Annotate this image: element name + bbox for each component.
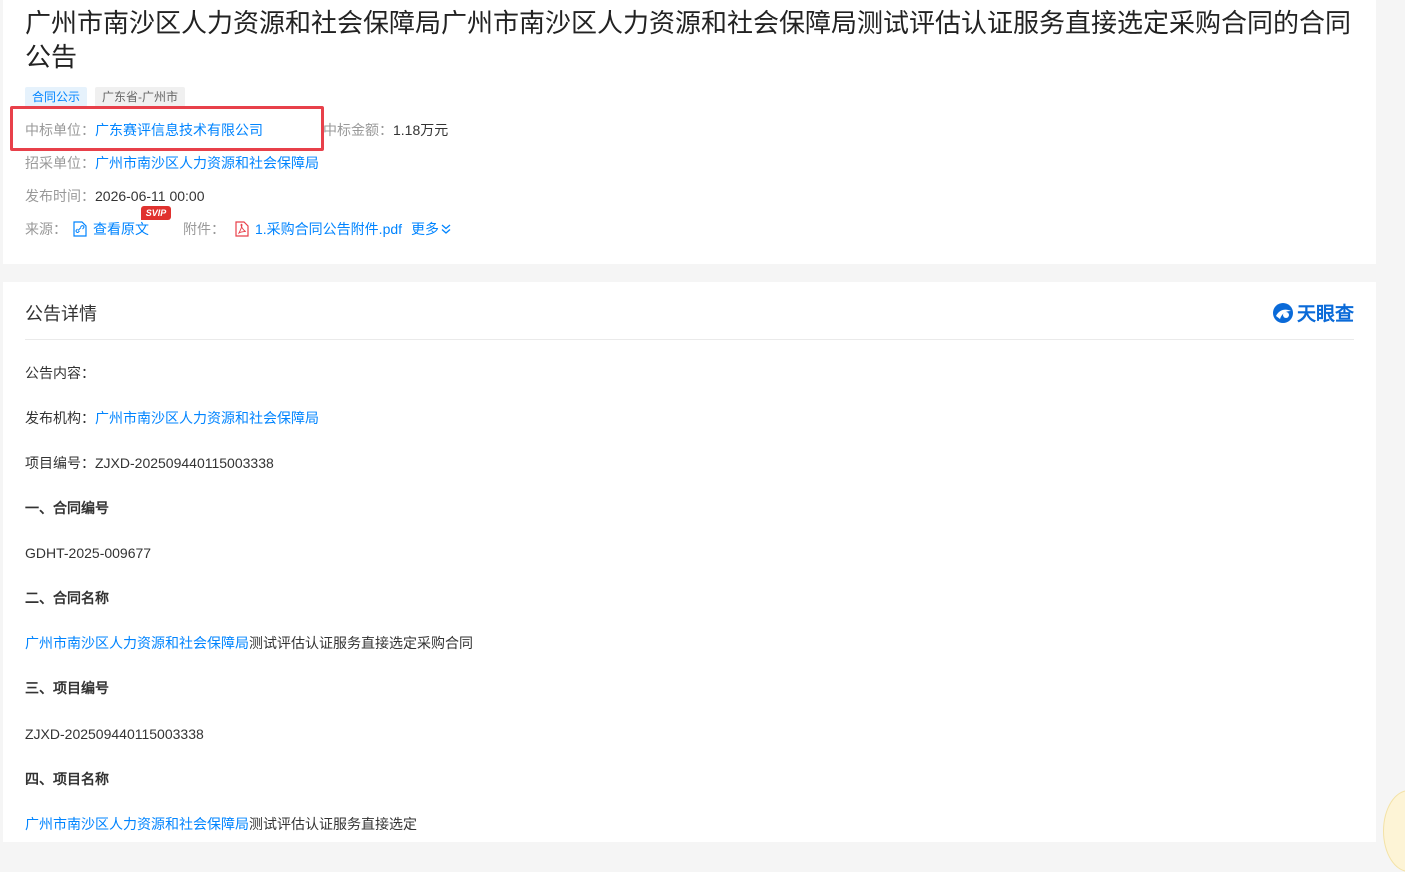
publisher-line: 发布机构：广州市南沙区人力资源和社会保障局 bbox=[25, 408, 319, 428]
more-button[interactable]: 更多 bbox=[411, 219, 451, 239]
project-no-value-2: ZJXD-202509440115003338 bbox=[25, 726, 204, 742]
content-label: 公告内容： bbox=[25, 365, 95, 381]
attachment-filename: 1.采购合同公告附件.pdf bbox=[255, 221, 403, 237]
tianyancha-logo-icon bbox=[1272, 302, 1293, 323]
tag-contract-notice[interactable]: 合同公示 bbox=[25, 87, 88, 107]
publisher-link[interactable]: 广州市南沙区人力资源和社会保障局 bbox=[95, 410, 319, 426]
amount-value: 1.18万元 bbox=[393, 122, 449, 138]
view-original-label: 查看原文 bbox=[93, 221, 149, 237]
brand-logo[interactable]: 天眼查 bbox=[1272, 299, 1354, 326]
heading-contract-name: 二、合同名称 bbox=[25, 590, 109, 606]
contract-name-rest: 测试评估认证服务直接选定采购合同 bbox=[249, 635, 473, 651]
amount-row: 中标金额： 1.18万元 bbox=[323, 120, 448, 140]
source-row: 来源： 查看原文 附件： 1.采购合同公告附件.pdf 更多 bbox=[25, 219, 451, 239]
svip-badge: SVIP bbox=[141, 206, 171, 220]
heading-project-name: 四、项目名称 bbox=[25, 771, 109, 787]
project-no-label: 项目编号： bbox=[25, 455, 95, 471]
publish-time: 2026-06-11 00:00 bbox=[95, 188, 205, 204]
more-label: 更多 bbox=[411, 221, 440, 237]
page-title: 广州市南沙区人力资源和社会保障局广州市南沙区人力资源和社会保障局测试评估认证服务… bbox=[25, 8, 1352, 72]
announcement-header-card: 广州市南沙区人力资源和社会保障局广州市南沙区人力资源和社会保障局测试评估认证服务… bbox=[3, 0, 1376, 264]
publisher-label: 发布机构： bbox=[25, 410, 95, 426]
publish-row: 发布时间： 2026-06-11 00:00 bbox=[25, 186, 205, 206]
amount-label: 中标金额： bbox=[323, 122, 393, 138]
attachment-link[interactable]: 1.采购合同公告附件.pdf bbox=[235, 219, 402, 239]
highlight-box bbox=[10, 106, 324, 151]
announcement-detail-card: 公告详情 天眼查 公告内容： 发布机构：广州市南沙区人力资源和社会保障局 项目编… bbox=[3, 282, 1376, 842]
brand-name: 天眼查 bbox=[1296, 304, 1354, 325]
pdf-icon bbox=[235, 221, 249, 237]
heading-project-no: 三、项目编号 bbox=[25, 680, 109, 696]
project-name-link[interactable]: 广州市南沙区人力资源和社会保障局 bbox=[25, 816, 249, 832]
project-name-line: 广州市南沙区人力资源和社会保障局测试评估认证服务直接选定 bbox=[25, 814, 417, 834]
attachment-label: 附件： bbox=[183, 221, 225, 237]
link-file-icon bbox=[73, 221, 87, 237]
section-divider bbox=[25, 339, 1354, 340]
buyer-row: 招采单位： 广州市南沙区人力资源和社会保障局 bbox=[25, 153, 319, 173]
buyer-label: 招采单位： bbox=[25, 155, 95, 171]
double-chevron-down-icon bbox=[441, 224, 451, 234]
project-no-value: ZJXD-202509440115003338 bbox=[95, 455, 274, 471]
publish-label: 发布时间： bbox=[25, 188, 95, 204]
project-name-rest: 测试评估认证服务直接选定 bbox=[249, 816, 417, 832]
project-no-line: 项目编号：ZJXD-202509440115003338 bbox=[25, 453, 274, 473]
tag-list: 合同公示 广东省-广州市 bbox=[25, 87, 186, 107]
contract-name-link[interactable]: 广州市南沙区人力资源和社会保障局 bbox=[25, 635, 249, 651]
heading-contract-no: 一、合同编号 bbox=[25, 500, 109, 516]
section-title: 公告详情 bbox=[25, 304, 97, 324]
view-original-link[interactable]: 查看原文 bbox=[73, 219, 149, 239]
source-label: 来源： bbox=[25, 221, 67, 237]
contract-name-line: 广州市南沙区人力资源和社会保障局测试评估认证服务直接选定采购合同 bbox=[25, 633, 473, 653]
tag-region[interactable]: 广东省-广州市 bbox=[95, 87, 186, 107]
buyer-link[interactable]: 广州市南沙区人力资源和社会保障局 bbox=[95, 153, 319, 173]
floating-widget[interactable] bbox=[1383, 790, 1405, 872]
contract-no-value: GDHT-2025-009677 bbox=[25, 545, 152, 561]
